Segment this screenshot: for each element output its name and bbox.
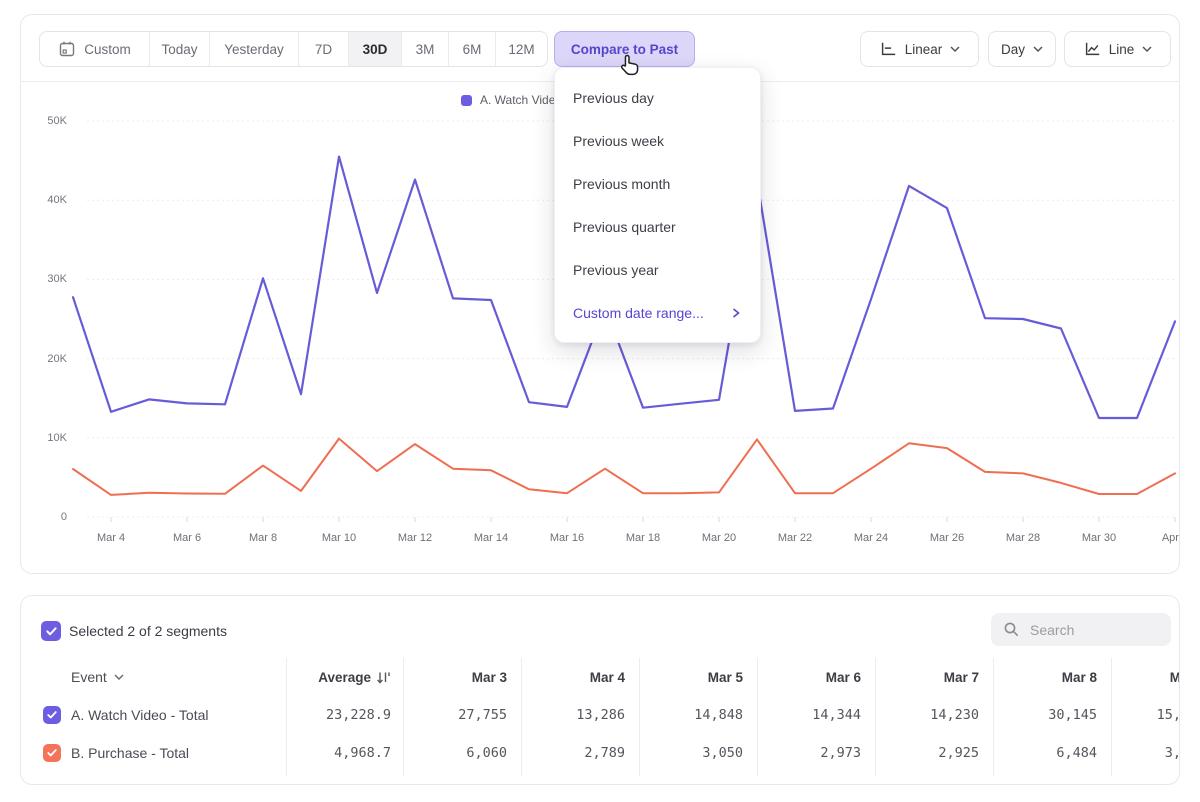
- segments-card: Selected 2 of 2 segments Search Event A.…: [20, 595, 1180, 785]
- y-axis-label: 40K: [29, 194, 67, 206]
- menu-item-custom-date-range[interactable]: Custom date range...: [555, 291, 760, 334]
- x-axis-label: Apr 1: [1137, 532, 1180, 544]
- table-cell: 14,344: [758, 696, 875, 734]
- average-column: Average 23,228.9 4,968.7: [286, 658, 403, 776]
- date-column: Mar 514,8483,050: [639, 658, 757, 776]
- y-axis-label: 10K: [29, 432, 67, 444]
- menu-item-previous-day[interactable]: Previous day: [555, 76, 760, 119]
- search-icon: [1003, 621, 1020, 638]
- sort-descending-icon: [376, 671, 391, 684]
- event-column: Event A. Watch Video - Total B. Purchase…: [21, 658, 286, 776]
- date-column-header[interactable]: Mar 6: [758, 658, 875, 696]
- average-value: 23,228.9: [287, 696, 403, 734]
- legend-label: A. Watch Video: [480, 93, 562, 107]
- menu-item-previous-year[interactable]: Previous year: [555, 248, 760, 291]
- x-axis-label: Mar 12: [377, 532, 453, 544]
- segment-row-watch-video[interactable]: A. Watch Video - Total: [21, 696, 286, 734]
- table-cell: 2,789: [522, 734, 639, 772]
- x-axis-label: Mar 6: [149, 532, 225, 544]
- x-axis-label: Mar 24: [833, 532, 909, 544]
- compare-to-past-menu: Previous day Previous week Previous mont…: [554, 67, 761, 343]
- date-column: Mar 614,3442,973: [757, 658, 875, 776]
- x-axis-label: Mar 22: [757, 532, 833, 544]
- row-checkbox-purchase[interactable]: [43, 744, 61, 762]
- date-column-header[interactable]: Mar 5: [640, 658, 757, 696]
- table-cell: 3,050: [640, 734, 757, 772]
- y-axis-label: 20K: [29, 353, 67, 365]
- chevron-right-icon: [732, 308, 740, 318]
- segment-label: A. Watch Video - Total: [71, 707, 208, 723]
- average-value: 4,968.7: [287, 734, 403, 772]
- select-all-checkbox[interactable]: [41, 621, 61, 641]
- x-axis-label: Mar 30: [1061, 532, 1137, 544]
- purchase-line: [73, 439, 1175, 495]
- menu-item-previous-month[interactable]: Previous month: [555, 162, 760, 205]
- segments-header: Selected 2 of 2 segments Search: [21, 596, 1179, 658]
- x-axis-label: Mar 8: [225, 532, 301, 544]
- table-cell: 3,: [1112, 734, 1180, 772]
- x-axis-label: Mar 10: [301, 532, 377, 544]
- segments-table: Event A. Watch Video - Total B. Purchase…: [21, 658, 1180, 776]
- y-axis-label: 0: [29, 511, 67, 523]
- x-axis-label: Mar 16: [529, 532, 605, 544]
- date-columns: Mar 327,7556,060Mar 413,2862,789Mar 514,…: [403, 658, 1180, 776]
- chart-legend[interactable]: A. Watch Video: [461, 93, 562, 107]
- date-column-header[interactable]: Mar 8: [994, 658, 1111, 696]
- table-cell: 15,: [1112, 696, 1180, 734]
- table-cell: 13,286: [522, 696, 639, 734]
- segment-label: B. Purchase - Total: [71, 745, 189, 761]
- table-cell: 6,484: [994, 734, 1111, 772]
- segment-row-purchase[interactable]: B. Purchase - Total: [21, 734, 286, 772]
- table-cell: 2,973: [758, 734, 875, 772]
- search-input[interactable]: Search: [991, 613, 1171, 646]
- y-axis-label: 30K: [29, 273, 67, 285]
- chart-card: Custom Today Yesterday 7D 30D 3M 6M 12M …: [20, 14, 1180, 574]
- date-column: Mar 413,2862,789: [521, 658, 639, 776]
- menu-item-previous-week[interactable]: Previous week: [555, 119, 760, 162]
- chevron-down-icon: [114, 674, 124, 680]
- table-cell: 30,145: [994, 696, 1111, 734]
- average-column-header[interactable]: Average: [287, 658, 403, 696]
- selected-count-label: Selected 2 of 2 segments: [69, 623, 227, 639]
- table-cell: 6,060: [404, 734, 521, 772]
- x-axis-label: Mar 14: [453, 532, 529, 544]
- date-column: Mar 830,1456,484: [993, 658, 1111, 776]
- menu-item-previous-quarter[interactable]: Previous quarter: [555, 205, 760, 248]
- search-placeholder: Search: [1030, 622, 1074, 638]
- cursor-pointer-icon: [619, 53, 642, 77]
- event-column-header[interactable]: Event: [21, 658, 286, 696]
- x-axis-label: Mar 20: [681, 532, 757, 544]
- table-cell: 14,848: [640, 696, 757, 734]
- x-axis-label: Mar 28: [985, 532, 1061, 544]
- x-axis-label: Mar 26: [909, 532, 985, 544]
- table-cell: 27,755: [404, 696, 521, 734]
- row-checkbox-watch-video[interactable]: [43, 706, 61, 724]
- y-axis-label: 50K: [29, 115, 67, 127]
- date-column: M15,3,: [1111, 658, 1180, 776]
- legend-swatch-watch-video: [461, 95, 472, 106]
- date-column-header[interactable]: Mar 3: [404, 658, 521, 696]
- x-axis-label: Mar 4: [73, 532, 149, 544]
- date-column: Mar 327,7556,060: [403, 658, 521, 776]
- x-axis-label: Mar 18: [605, 532, 681, 544]
- date-column-header[interactable]: Mar 7: [876, 658, 993, 696]
- date-column-header[interactable]: M: [1112, 658, 1180, 696]
- date-column: Mar 714,2302,925: [875, 658, 993, 776]
- table-cell: 14,230: [876, 696, 993, 734]
- table-cell: 2,925: [876, 734, 993, 772]
- date-column-header[interactable]: Mar 4: [522, 658, 639, 696]
